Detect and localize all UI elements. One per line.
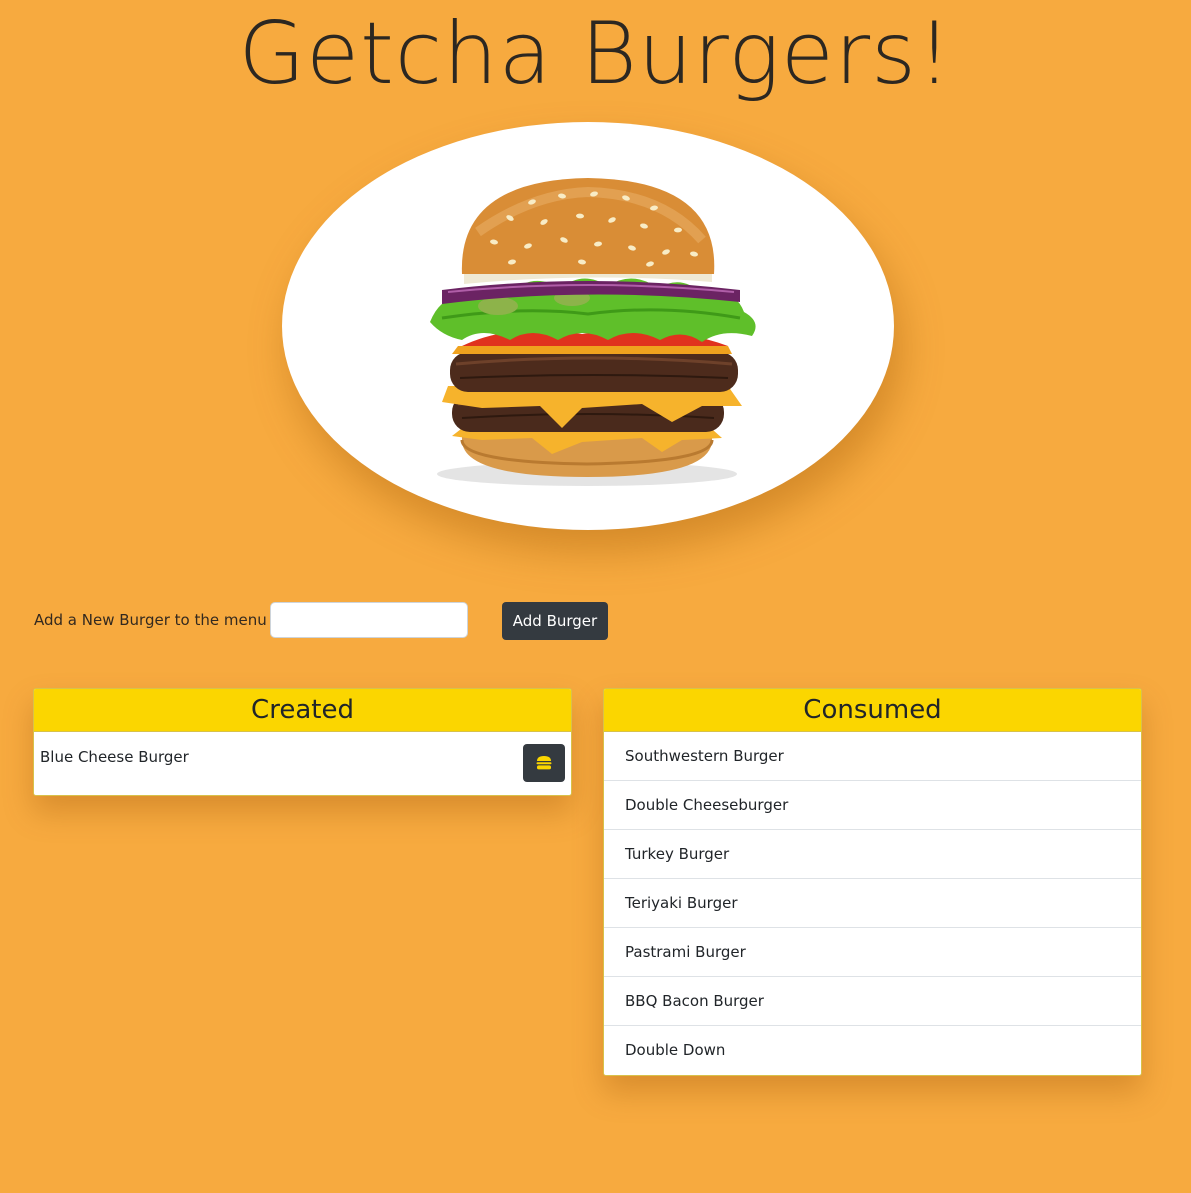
page-title: Getcha Burgers! (238, 4, 953, 104)
burger-hero-image (282, 122, 894, 530)
consumed-item: Southwestern Burger (604, 732, 1141, 781)
add-burger-label: Add a New Burger to the menu (34, 611, 267, 629)
add-burger-button[interactable]: Add Burger (502, 602, 608, 640)
burger-illustration (430, 178, 756, 486)
consumed-heading: Consumed (604, 689, 1141, 732)
created-heading: Created (34, 689, 571, 732)
created-item-name: Blue Cheese Burger (40, 748, 189, 766)
consumed-item: Teriyaki Burger (604, 879, 1141, 928)
devour-button[interactable] (523, 744, 565, 782)
consumed-item: Double Cheeseburger (604, 781, 1141, 830)
consumed-item: Pastrami Burger (604, 928, 1141, 977)
consumed-item: Double Down (625, 1041, 726, 1059)
consumed-item: Turkey Burger (604, 830, 1141, 879)
created-item: Blue Cheese Burger (34, 732, 571, 795)
created-panel: Created Blue Cheese Burger (33, 688, 572, 796)
consumed-list: Southwestern Burger Double Cheeseburger … (604, 732, 1141, 1075)
burger-icon (536, 756, 552, 770)
consumed-item: BBQ Bacon Burger (604, 977, 1141, 1026)
burger-name-input[interactable] (270, 602, 468, 638)
consumed-panel: Consumed Southwestern Burger Double Chee… (603, 688, 1142, 1076)
